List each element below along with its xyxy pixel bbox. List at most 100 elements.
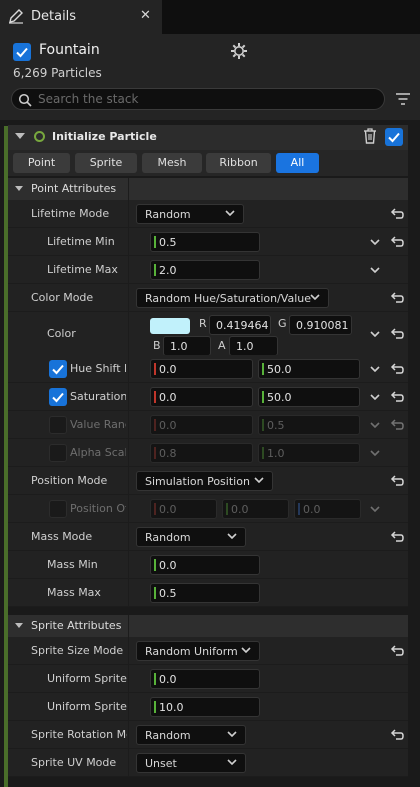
column-divider (128, 615, 129, 637)
value-range-min-input[interactable]: 0.0 (150, 415, 253, 435)
column-divider (128, 579, 129, 606)
category-point-attributes[interactable]: Point Attributes (8, 178, 408, 200)
filter-sprite-button[interactable]: Sprite (75, 153, 137, 173)
uniform-sprite-min-value: 0.0 (159, 673, 177, 686)
saturation-min-value: 0.0 (159, 391, 177, 404)
collapse-arrow-icon[interactable] (15, 133, 25, 139)
column-divider (128, 551, 129, 578)
value-range-max-input[interactable]: 0.5 (258, 415, 360, 435)
uniform-sprite-max-input[interactable]: 10.0 (150, 697, 260, 717)
color-mode-value: Random Hue/Saturation/Value (145, 292, 312, 305)
search-stack-input[interactable]: Search the stack (11, 88, 385, 110)
alpha-scale-min-input[interactable]: 0.8 (150, 443, 253, 463)
filter-point-button[interactable]: Point (13, 153, 70, 173)
saturation-checkbox[interactable] (49, 388, 67, 406)
value-range-min-value: 0.0 (159, 419, 177, 432)
filter-mesh-button[interactable]: Mesh (142, 153, 202, 173)
position-offset-z-input[interactable]: 0.0 (294, 499, 361, 519)
sprite-rotation-mode-dropdown[interactable]: Random (136, 725, 246, 745)
column-divider (128, 200, 129, 227)
chevron-down-icon[interactable] (370, 394, 380, 400)
filter-icon[interactable] (395, 91, 411, 110)
color-g-input[interactable]: 0.910081 (289, 315, 352, 335)
pencil-icon (8, 8, 24, 28)
alpha-scale-checkbox[interactable] (49, 444, 67, 462)
sprite-uv-mode-value: Unset (145, 757, 177, 770)
uniform-sprite-min-input[interactable]: 0.0 (150, 669, 260, 689)
position-mode-label: Position Mode (31, 474, 108, 487)
hue-shift-min-input[interactable]: 0.0 (150, 359, 253, 379)
lifetime-max-input[interactable]: 2.0 (150, 260, 260, 280)
position-offset-label: Position Offset (70, 502, 126, 515)
reset-icon[interactable] (390, 292, 404, 304)
position-offset-y-value: 0.0 (231, 503, 249, 516)
lifetime-min-input[interactable]: 0.5 (150, 232, 260, 252)
axis-marker (262, 391, 264, 403)
column-divider (128, 637, 129, 664)
mass-min-input[interactable]: 0.0 (150, 555, 260, 575)
chevron-down-icon[interactable] (370, 422, 380, 428)
chevron-down-icon[interactable] (370, 506, 380, 512)
position-offset-checkbox[interactable] (49, 500, 67, 518)
alpha-scale-max-input[interactable]: 1.0 (258, 443, 360, 463)
mass-mode-dropdown[interactable]: Random (136, 527, 246, 547)
lifetime-mode-dropdown[interactable]: Random (136, 204, 244, 224)
saturation-max-input[interactable]: 50.0 (258, 387, 360, 407)
module-enabled-checkbox[interactable] (385, 128, 403, 146)
position-offset-y-input[interactable]: 0.0 (222, 499, 289, 519)
hue-shift-max-input[interactable]: 50.0 (258, 359, 360, 379)
emitter-enabled-checkbox[interactable] (13, 43, 31, 61)
saturation-min-input[interactable]: 0.0 (150, 387, 253, 407)
mass-mode-row: Mass Mode Random (8, 523, 408, 551)
r-channel-label: R (199, 317, 207, 330)
reset-icon[interactable] (390, 419, 404, 431)
value-range-checkbox[interactable] (49, 416, 67, 434)
axis-marker (154, 236, 156, 248)
chevron-down-icon[interactable] (370, 239, 380, 245)
collapse-arrow-icon[interactable] (15, 623, 23, 628)
reset-icon[interactable] (390, 729, 404, 741)
reset-icon[interactable] (390, 208, 404, 220)
category-title: Point Attributes (31, 182, 117, 195)
chevron-down-icon[interactable] (370, 267, 380, 273)
color-a-input[interactable]: 1.0 (229, 336, 278, 356)
reset-icon[interactable] (390, 236, 404, 248)
module-header-initialize-particle[interactable]: Initialize Particle (8, 125, 408, 150)
color-r-input[interactable]: 0.419464 (209, 315, 271, 335)
color-swatch[interactable] (150, 318, 190, 334)
reset-icon[interactable] (390, 475, 404, 487)
gear-icon[interactable] (230, 42, 248, 64)
reset-icon[interactable] (390, 328, 404, 340)
chevron-down-icon[interactable] (370, 450, 380, 456)
filter-ribbon-button[interactable]: Ribbon (206, 153, 271, 173)
chevron-down-icon[interactable] (370, 331, 380, 337)
value-range-label: Value Range (70, 418, 126, 431)
trash-icon[interactable] (363, 128, 377, 148)
mass-min-value: 0.0 (159, 559, 177, 572)
collapse-arrow-icon[interactable] (15, 186, 23, 191)
column-divider (128, 284, 129, 311)
chevron-down-icon[interactable] (370, 366, 380, 372)
renderer-filter-bar: Point Sprite Mesh Ribbon All (8, 150, 408, 176)
position-offset-x-input[interactable]: 0.0 (150, 499, 217, 519)
filter-all-button[interactable]: All (276, 153, 319, 173)
mass-min-label: Mass Min (47, 558, 98, 571)
hue-shift-checkbox[interactable] (49, 360, 67, 378)
lifetime-mode-value: Random (145, 208, 191, 221)
close-icon[interactable]: ✕ (140, 8, 151, 23)
position-mode-dropdown[interactable]: Simulation Position (136, 471, 273, 491)
axis-marker (154, 503, 156, 515)
mass-max-label: Mass Max (47, 586, 101, 599)
color-b-input[interactable]: 1.0 (163, 336, 211, 356)
reset-icon[interactable] (390, 363, 404, 375)
mass-max-input[interactable]: 0.5 (150, 583, 260, 603)
tab-details[interactable]: Details ✕ (0, 0, 162, 34)
category-sprite-attributes[interactable]: Sprite Attributes (8, 615, 408, 637)
reset-icon[interactable] (390, 531, 404, 543)
axis-marker (226, 503, 228, 515)
reset-icon[interactable] (390, 645, 404, 657)
reset-icon[interactable] (390, 391, 404, 403)
color-mode-dropdown[interactable]: Random Hue/Saturation/Value (136, 288, 329, 308)
sprite-size-mode-dropdown[interactable]: Random Uniform (136, 641, 260, 661)
sprite-uv-mode-dropdown[interactable]: Unset (136, 753, 246, 773)
